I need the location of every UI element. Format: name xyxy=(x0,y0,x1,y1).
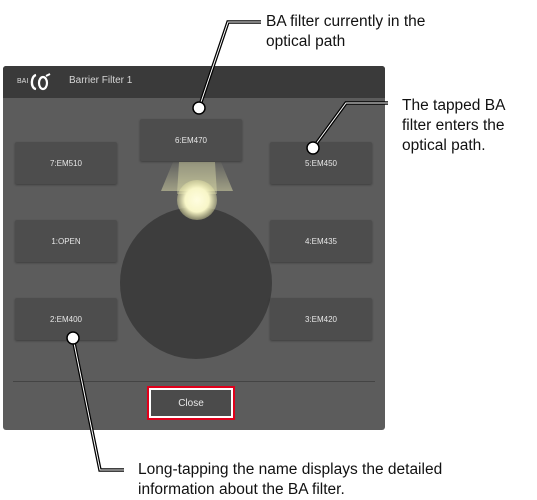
barrier-filter-dialog: BAI Barrier Filter 1 6:EM470 7:EM510 5:E… xyxy=(3,66,385,430)
close-button[interactable]: Close xyxy=(151,390,231,416)
callout-long-tap: Long-tapping the name displays the detai… xyxy=(138,460,442,500)
callout-tapped-filter: The tapped BA filter enters the optical … xyxy=(402,96,505,156)
footer-divider xyxy=(13,381,375,382)
callout-line: optical path. xyxy=(402,137,486,154)
callout-line: information about the BA filter. xyxy=(138,481,345,498)
callout-current-filter: BA filter currently in the optical path xyxy=(266,12,425,52)
callout-line: filter enters the xyxy=(402,117,505,134)
callout-line: Long-tapping the name displays the detai… xyxy=(138,461,443,478)
callout-line: The tapped BA xyxy=(402,97,506,114)
light-beam-icon xyxy=(161,162,233,220)
callout-line: BA filter currently in the xyxy=(266,13,426,30)
callout-line: optical path xyxy=(266,33,346,50)
